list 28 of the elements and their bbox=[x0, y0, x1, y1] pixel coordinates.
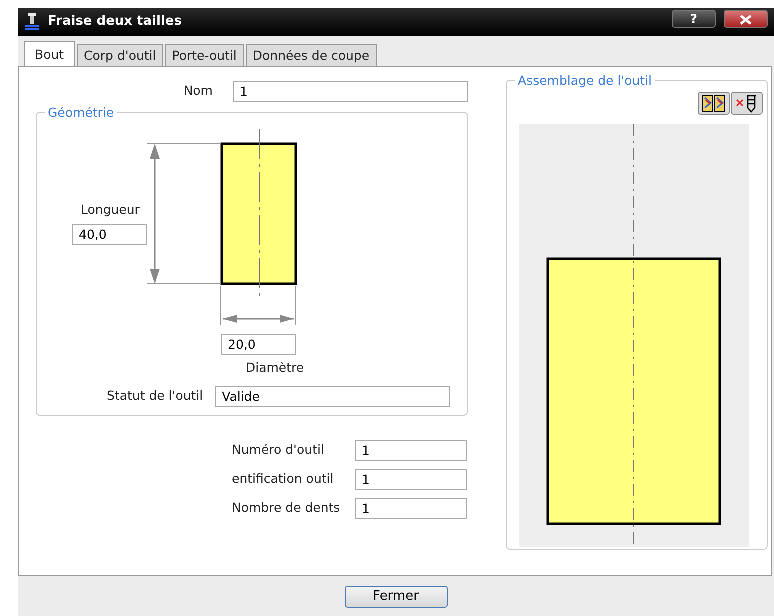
field-label: Numéro d'outil bbox=[232, 441, 326, 460]
field-label: Nombre de dents bbox=[232, 499, 342, 518]
mill-icon bbox=[24, 13, 40, 31]
remove-tool-icon bbox=[735, 94, 759, 112]
diameter-field[interactable]: 20,0 bbox=[221, 334, 296, 355]
field-label: Statut de l'outil bbox=[107, 387, 204, 406]
help-button[interactable]: ? bbox=[672, 10, 716, 28]
length-field[interactable]: 40,0 bbox=[72, 224, 147, 245]
window-close-button[interactable] bbox=[724, 10, 768, 28]
text-field[interactable]: 1 bbox=[355, 498, 467, 519]
field-label: Nom bbox=[184, 82, 213, 100]
field-label: Diamètre bbox=[246, 359, 304, 377]
panels-icon bbox=[702, 94, 726, 112]
toolbar-button[interactable] bbox=[731, 92, 763, 115]
tab[interactable]: Bout bbox=[24, 41, 76, 66]
close-button[interactable]: Fermer bbox=[344, 586, 448, 608]
window-title: Fraise deux tailles bbox=[48, 13, 182, 32]
tab[interactable]: Porte-outil bbox=[165, 44, 244, 66]
close-icon bbox=[740, 14, 752, 25]
tab[interactable]: Corp d'outil bbox=[77, 44, 164, 66]
field-label: entification outil bbox=[232, 470, 335, 488]
tab[interactable]: Données de coupe bbox=[246, 44, 377, 66]
text-field[interactable]: 1 bbox=[355, 469, 467, 490]
field-label: Longueur bbox=[81, 201, 140, 219]
toolbar-button[interactable] bbox=[698, 92, 730, 115]
text-field[interactable]: 1 bbox=[355, 440, 467, 461]
status-field[interactable]: Valide bbox=[215, 386, 450, 407]
name-field[interactable]: 1 bbox=[233, 81, 468, 102]
